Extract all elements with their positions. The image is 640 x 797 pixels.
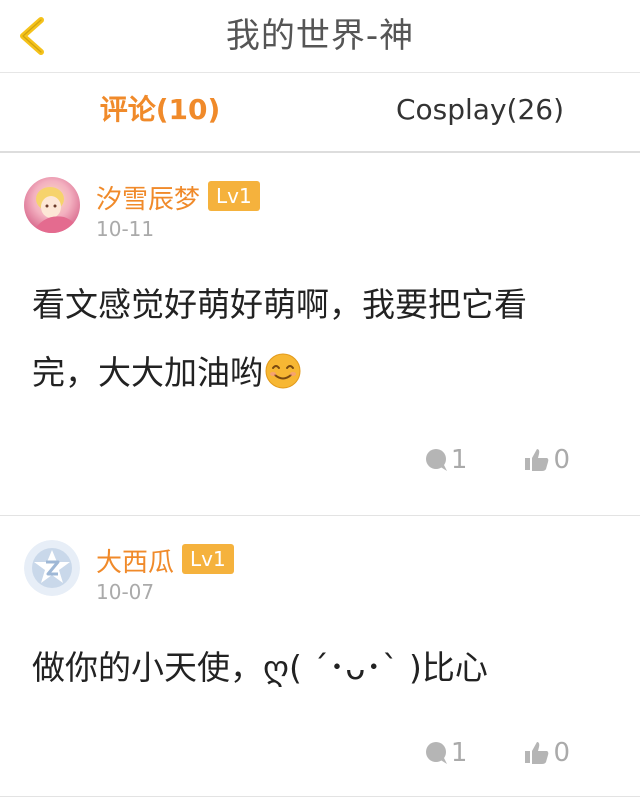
page-title: 我的世界-神 [225, 16, 415, 56]
comment-text: 看文感觉好萌好萌啊，我要把它看 完，大大加油哟 [32, 271, 612, 407]
username[interactable]: 汐雪辰梦 [96, 179, 200, 216]
comment-actions: 1 0 [423, 738, 570, 768]
comment-text-line: 完，大大加油哟 [32, 339, 612, 407]
comment-text-line: 做你的小天使，ღ( ´･ᴗ･` )比心 [32, 648, 488, 687]
reply-button[interactable]: 1 [423, 445, 468, 475]
comment-text-line: 看文感觉好萌好萌啊，我要把它看 [32, 285, 527, 324]
top-bar: 我的世界-神 [0, 0, 640, 73]
level-badge: Lv1 [208, 181, 260, 211]
default-avatar-icon [24, 540, 80, 596]
like-button[interactable]: 0 [523, 445, 570, 475]
comment-date: 10-07 [96, 580, 155, 604]
tab-bar: 评论(10) Cosplay(26) [0, 73, 640, 153]
comment-item: 汐雪辰梦 Lv1 10-11 看文感觉好萌好萌啊，我要把它看 完，大大加油哟 1… [0, 153, 640, 516]
level-badge: Lv1 [182, 544, 234, 574]
like-button[interactable]: 0 [523, 738, 570, 768]
like-count: 0 [553, 738, 570, 768]
comment-list: 汐雪辰梦 Lv1 10-11 看文感觉好萌好萌啊，我要把它看 完，大大加油哟 1… [0, 153, 640, 797]
tab-comments[interactable]: 评论(10) [0, 73, 320, 151]
reply-count: 1 [450, 445, 468, 475]
comment-actions: 1 0 [423, 445, 570, 475]
reply-count: 1 [450, 738, 468, 768]
like-count: 0 [553, 445, 570, 475]
smiling-emoji-icon [265, 353, 301, 389]
tab-cosplay[interactable]: Cosplay(26) [320, 73, 640, 151]
speech-bubble-icon [425, 742, 447, 764]
username[interactable]: 大西瓜 [96, 542, 174, 579]
user-avatar-image [24, 177, 80, 233]
avatar[interactable] [24, 540, 80, 596]
comment-text: 做你的小天使，ღ( ´･ᴗ･` )比心 [32, 634, 612, 702]
comment-date: 10-11 [96, 217, 155, 241]
speech-bubble-icon [425, 449, 447, 471]
thumbs-up-icon [525, 742, 549, 764]
thumbs-up-icon [525, 449, 549, 471]
avatar[interactable] [24, 177, 80, 233]
comment-item: 大西瓜 Lv1 10-07 做你的小天使，ღ( ´･ᴗ･` )比心 1 0 [0, 516, 640, 797]
comment-text-segment: 完，大大加油哟 [32, 353, 263, 392]
reply-button[interactable]: 1 [423, 738, 468, 768]
